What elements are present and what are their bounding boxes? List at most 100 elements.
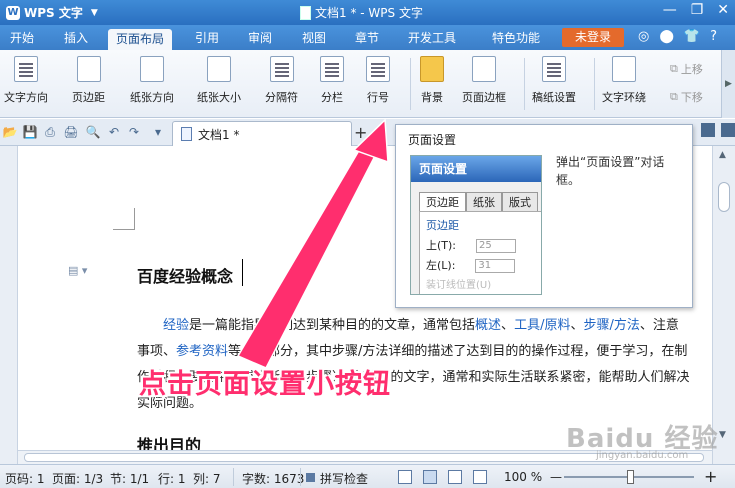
paper-size-icon [207, 56, 231, 82]
orientation-label: 纸张方向 [130, 91, 174, 104]
zoom-out-button[interactable]: — [550, 470, 562, 484]
preview-extra-label: 装订线位置(U) [426, 280, 492, 291]
login-button[interactable]: 未登录 [562, 28, 624, 47]
text-caret [242, 259, 243, 286]
link-references[interactable]: 参考资料 [176, 344, 228, 359]
margins-label: 页边距 [72, 91, 105, 104]
help-icon[interactable]: ? [710, 29, 717, 44]
right-quick-icons [701, 123, 735, 137]
status-row: 行: 1 [158, 472, 186, 486]
manuscript-label: 稿纸设置 [532, 91, 576, 104]
print-icon[interactable]: 🖨 [63, 124, 79, 140]
status-spell-check[interactable]: 拼写检查 [320, 470, 368, 487]
columns-icon [320, 56, 344, 82]
zoom-in-button[interactable]: + [704, 467, 717, 486]
save-icon[interactable]: 💾 [22, 124, 38, 140]
preview-row-label: 上(T): [426, 239, 457, 252]
undo-icon[interactable]: ↶ [106, 124, 122, 140]
bring-forward-icon: ⧉ [670, 62, 678, 75]
window-controls: — ❐ ✕ [663, 2, 729, 18]
background-button[interactable]: 背景 [420, 56, 444, 114]
link-steps[interactable]: 步骤/方法 [583, 318, 639, 333]
text-direction-button[interactable]: 文字方向 [4, 56, 48, 114]
status-bar: 页码: 1 页面: 1/3 节: 1/1 行: 1 列: 7 字数: 1673 … [0, 464, 735, 488]
preview-group-label: 页边距 [426, 219, 459, 232]
status-word-count[interactable]: 字数: 1673 [242, 470, 304, 487]
paper-size-button[interactable]: 纸张大小 [197, 56, 241, 114]
tab-chapter[interactable]: 章节 [347, 28, 387, 49]
chevron-down-icon: ▼ [90, 7, 98, 18]
settings-icon[interactable] [721, 123, 735, 137]
view-web-icon[interactable] [473, 470, 487, 484]
bring-forward-label: 上移 [680, 63, 703, 76]
open-icon[interactable]: 📂 [2, 124, 18, 140]
spell-check-icon [306, 473, 315, 482]
tab-references[interactable]: 引用 [187, 28, 227, 49]
margins-button[interactable]: 页边距 [72, 56, 105, 114]
shirt-icon[interactable]: 👕 [684, 29, 700, 44]
tab-start[interactable]: 开始 [2, 28, 42, 49]
view-page-icon[interactable] [398, 470, 412, 484]
preview-row-label: 左(L): [426, 259, 456, 272]
paragraph-menu-icon[interactable]: ▤ ▾ [68, 264, 87, 277]
app-menu-button[interactable]: W WPS 文字 ▼ [2, 2, 117, 23]
tab-review[interactable]: 审阅 [240, 28, 280, 49]
tooltip-dialog-preview: 页面设置 页边距 纸张 版式 页边距 上(T): 25 左(L): 31 装订线… [410, 155, 542, 295]
export-icon[interactable]: ⎙ [42, 124, 58, 140]
orientation-button[interactable]: 纸张方向 [130, 56, 174, 114]
paragraph-text: 是一篇能指导人们达到某种目的的文章，通常包括 [189, 318, 476, 333]
manuscript-button[interactable]: 稿纸设置 [532, 56, 576, 114]
scroll-thumb[interactable] [718, 182, 730, 212]
background-icon [420, 56, 444, 82]
ribbon-collapse-button[interactable]: ▶ [721, 50, 735, 118]
text-wrap-button[interactable]: 文字环绕 [602, 56, 646, 114]
document-tab[interactable]: 文档1 * [172, 121, 352, 146]
status-zoom-level[interactable]: 100 % [504, 470, 542, 484]
link-tools[interactable]: 工具/原料 [514, 318, 570, 333]
ribbon-toolbar: 文字方向 页边距 纸张方向 纸张大小 分隔符 分栏 行号 ⧉ [0, 50, 735, 169]
new-tab-button[interactable]: + [354, 123, 367, 142]
redo-icon[interactable]: ↷ [126, 124, 142, 140]
zoom-slider-thumb[interactable] [627, 470, 634, 484]
view-print-layout-icon[interactable] [423, 470, 437, 484]
breaks-label: 分隔符 [265, 91, 298, 104]
scroll-up-icon[interactable]: ▲ [719, 150, 726, 160]
skin-icon[interactable]: ◎ [638, 29, 649, 44]
text-wrap-icon [612, 56, 636, 82]
feedback-icon[interactable]: ⬤ [659, 29, 674, 44]
document-icon [181, 127, 192, 141]
tab-developer[interactable]: 开发工具 [400, 28, 464, 49]
breaks-button[interactable]: 分隔符 [265, 56, 298, 114]
paper-size-label: 纸张大小 [197, 91, 241, 104]
paragraph-text: 、 [570, 318, 584, 333]
restore-button[interactable]: ❐ [691, 2, 704, 18]
bring-forward-button[interactable]: ⧉ 上移 [670, 60, 703, 78]
page-corner-mark [113, 208, 135, 230]
vertical-scrollbar[interactable]: ▲ ▼ [712, 146, 735, 464]
view-outline-icon[interactable] [448, 470, 462, 484]
status-separator [233, 468, 234, 486]
layout-icon[interactable] [701, 123, 715, 137]
send-backward-button[interactable]: ⧉ 下移 [670, 88, 703, 106]
page-border-button[interactable]: 页面边框 [462, 56, 506, 114]
scroll-down-icon[interactable]: ▼ [719, 430, 726, 440]
link-overview[interactable]: 概述 [475, 318, 501, 333]
tab-special-features[interactable]: 特色功能 [484, 28, 548, 49]
margins-icon [76, 56, 101, 82]
tab-view[interactable]: 视图 [294, 28, 334, 49]
page-border-label: 页面边框 [462, 91, 506, 104]
columns-button[interactable]: 分栏 [320, 56, 344, 114]
tab-page-layout[interactable]: 页面布局 [108, 29, 173, 50]
close-button[interactable]: ✕ [717, 2, 729, 18]
tab-insert[interactable]: 插入 [56, 28, 96, 49]
minimize-button[interactable]: — [663, 2, 677, 18]
line-numbers-label: 行号 [367, 91, 389, 104]
preview-icon[interactable]: 🔍 [85, 124, 101, 140]
menu-right-icons: ◎ ⬤ 👕 ? [638, 29, 717, 44]
document-icon [300, 5, 311, 20]
preview-row: 上(T): 25 [426, 236, 541, 256]
link-experience[interactable]: 经验 [163, 318, 189, 333]
line-numbers-button[interactable]: 行号 [366, 56, 390, 114]
quickbar-dropdown-icon[interactable]: ▾ [150, 124, 166, 140]
text-wrap-label: 文字环绕 [602, 91, 646, 104]
